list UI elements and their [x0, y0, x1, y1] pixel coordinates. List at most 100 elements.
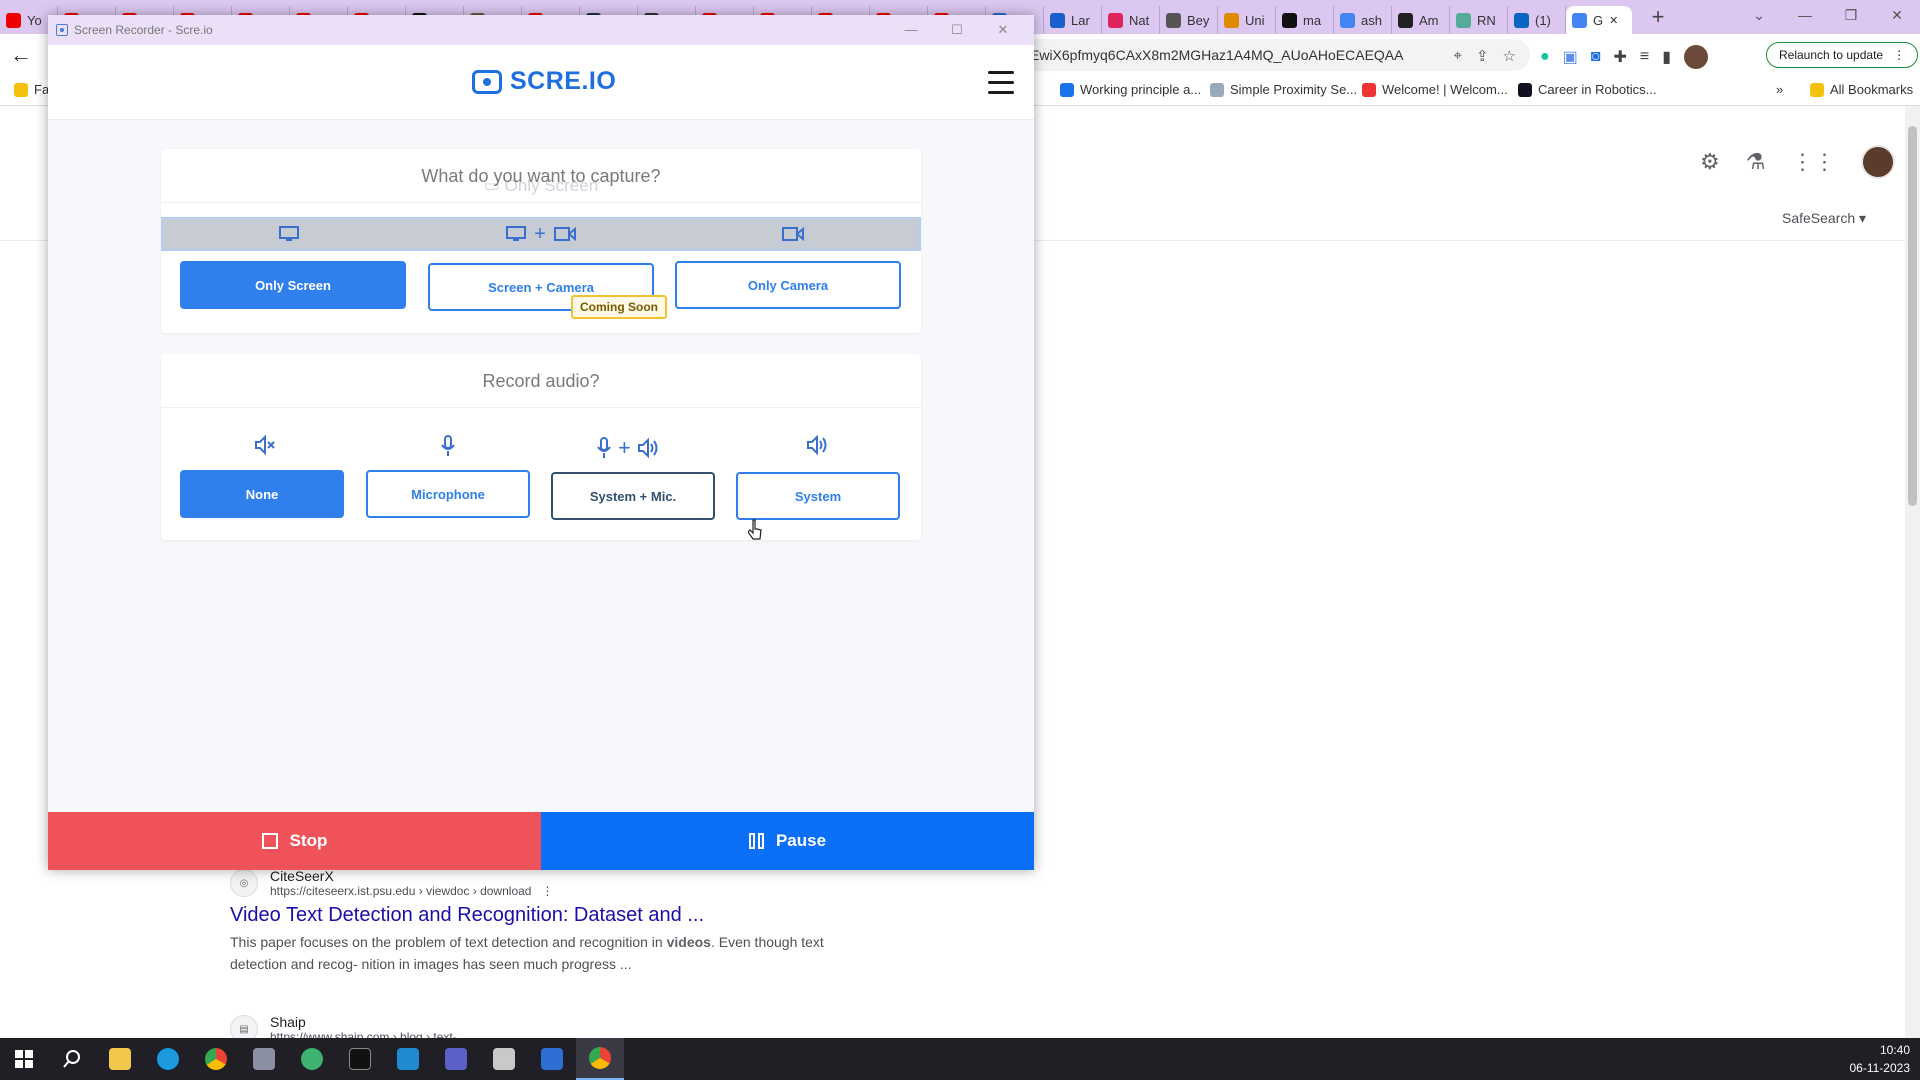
only-screen-button[interactable]: Only Screen	[180, 261, 406, 309]
address-bar[interactable]: EwiX6pfmyq6CAxX8m2MGHaz1A4MQ_AUoAHoECAEQ…	[1000, 39, 1530, 71]
google-account-avatar[interactable]	[1861, 145, 1896, 179]
bookmark-favicon-icon	[1810, 82, 1824, 97]
more-bookmarks-chevron-icon[interactable]: »	[1776, 82, 1783, 97]
teams-icon[interactable]	[432, 1038, 480, 1080]
bookmark-item[interactable]: Simple Proximity Se...	[1210, 82, 1357, 97]
audio-none-button[interactable]: None	[180, 470, 344, 518]
browser-tab[interactable]: Am	[1392, 6, 1450, 34]
reading-list-icon[interactable]: ≡	[1640, 48, 1649, 66]
windows-start-icon[interactable]	[0, 1038, 48, 1080]
audio-system-button[interactable]: System	[736, 472, 900, 520]
close-window-button[interactable]: ✕	[1874, 0, 1920, 30]
file-explorer-icon[interactable]	[96, 1038, 144, 1080]
grammarly-icon[interactable]: ●	[1540, 48, 1550, 66]
browser-tab[interactable]: Uni	[1218, 6, 1276, 34]
tab-label: Lar	[1071, 12, 1090, 28]
terminal-icon[interactable]	[336, 1038, 384, 1080]
tab-label: ash	[1361, 12, 1382, 28]
tab-search-icon[interactable]: ⌄	[1736, 0, 1782, 30]
labs-flask-icon[interactable]: ⚗	[1746, 149, 1766, 175]
scrollbar-thumb[interactable]	[1908, 126, 1917, 506]
browser-tab-active[interactable]: G ✕	[1566, 6, 1632, 34]
stop-button[interactable]: Stop	[48, 812, 541, 870]
app-gray-icon[interactable]	[480, 1038, 528, 1080]
browser-tab[interactable]: RN	[1450, 6, 1508, 34]
tab-label: Yo	[27, 12, 42, 28]
tab-favicon-icon	[1398, 12, 1413, 28]
site-favicon-icon: ◎	[230, 869, 258, 897]
extension-photo-icon[interactable]: ▣	[1563, 47, 1578, 67]
result-site-name: CiteSeerX	[270, 868, 334, 884]
result-url[interactable]: https://citeseerx.ist.psu.edu › viewdoc …	[270, 884, 531, 898]
capture-card: ▭ Only Screen What do you want to captur…	[161, 149, 921, 333]
bookmark-label: Working principle a...	[1080, 82, 1202, 97]
tab-favicon-icon	[1166, 12, 1181, 28]
popup-window-title: Screen Recorder - Scre.io	[74, 23, 213, 37]
audio-microphone-button[interactable]: Microphone	[366, 470, 530, 518]
app-icon[interactable]	[240, 1038, 288, 1080]
hamburger-menu-icon[interactable]	[988, 71, 1014, 101]
browser-tab[interactable]: Lar	[1044, 6, 1102, 34]
minimize-button[interactable]: —	[1782, 0, 1828, 30]
bookmark-item[interactable]: Career in Robotics...	[1518, 82, 1657, 97]
popup-close-button[interactable]: ✕	[980, 15, 1026, 45]
share-icon[interactable]: ⇪	[1476, 47, 1489, 65]
camera-app-icon[interactable]	[528, 1038, 576, 1080]
clock-date: 06-11-2023	[1849, 1061, 1911, 1075]
popup-maximize-button[interactable]: ☐	[934, 15, 980, 45]
bookmark-item[interactable]: Welcome! | Welcom...	[1362, 82, 1508, 97]
only-camera-button[interactable]: Only Camera	[675, 261, 901, 309]
browser-tab[interactable]: Bey	[1160, 6, 1218, 34]
screen-recorder-extension-icon[interactable]: ◙	[1591, 48, 1601, 66]
settings-gear-icon[interactable]: ⚙	[1700, 149, 1720, 175]
safesearch-label: SafeSearch	[1782, 210, 1856, 226]
bookmark-label: All Bookmarks	[1830, 82, 1914, 97]
profile-avatar[interactable]	[1684, 45, 1709, 69]
logo-text: SCRE.IO	[510, 67, 617, 95]
browser-tab[interactable]: Nat	[1102, 6, 1160, 34]
scre-io-logo: SCRE.IO	[472, 67, 616, 96]
app-green-icon[interactable]	[288, 1038, 336, 1080]
restore-button[interactable]: ❐	[1828, 0, 1874, 30]
tab-label: Bey	[1187, 12, 1210, 28]
audio-system-mic-button[interactable]: System + Mic.	[551, 472, 715, 520]
search-icon[interactable]	[48, 1038, 96, 1080]
extensions-puzzle-icon[interactable]: ✚	[1613, 47, 1626, 67]
browser-tab[interactable]: ma	[1276, 6, 1334, 34]
bookmark-favicon-icon	[1060, 82, 1074, 97]
relaunch-to-update-button[interactable]: Relaunch to update ⋮	[1766, 42, 1919, 68]
apps-grid-icon[interactable]: ⋮⋮	[1791, 149, 1835, 175]
browser-tab[interactable]: (1)	[1508, 6, 1566, 34]
tab-favicon-icon	[1050, 12, 1065, 28]
coming-soon-badge: Coming Soon	[571, 295, 667, 319]
vscode-icon[interactable]	[384, 1038, 432, 1080]
side-panel-icon[interactable]: ▮	[1662, 47, 1671, 67]
popup-minimize-button[interactable]: —	[888, 15, 934, 45]
tab-favicon-icon	[1340, 12, 1355, 28]
result-menu-icon[interactable]: ⋮	[535, 884, 553, 898]
safesearch-dropdown[interactable]: SafeSearch ▾	[1782, 210, 1866, 227]
tab-label: (1)	[1535, 12, 1551, 28]
tab-label: Am	[1419, 12, 1439, 28]
video-camera-icon	[667, 219, 919, 249]
pause-button[interactable]: Pause	[541, 812, 1034, 870]
recording-controls-bar: Stop Pause	[48, 812, 1034, 870]
clock-time: 10:40	[1879, 1043, 1910, 1057]
system-clock[interactable]: 10:40 06-11-2023	[1850, 1041, 1911, 1077]
back-arrow-icon[interactable]: ←	[10, 42, 32, 68]
location-icon[interactable]: ⌖	[1454, 47, 1462, 65]
browser-tab[interactable]: ash	[1334, 6, 1392, 34]
new-tab-button[interactable]: +	[1644, 4, 1672, 30]
chrome-icon[interactable]	[192, 1038, 240, 1080]
bookmark-star-icon[interactable]: ☆	[1503, 47, 1516, 65]
page-scrollbar[interactable]	[1905, 106, 1920, 1038]
chrome-active-icon[interactable]	[576, 1038, 624, 1080]
tab-close-icon[interactable]: ✕	[1609, 14, 1618, 27]
browser-window-controls: ⌄ — ❐ ✕	[1736, 0, 1920, 34]
bookmark-item[interactable]: Fa	[14, 82, 49, 97]
all-bookmarks-folder[interactable]: All Bookmarks	[1810, 82, 1913, 97]
edge-browser-icon[interactable]	[144, 1038, 192, 1080]
record-camera-icon	[472, 69, 502, 94]
bookmark-item[interactable]: Working principle a...	[1060, 82, 1201, 97]
result-title-link[interactable]: Video Text Detection and Recognition: Da…	[230, 904, 850, 927]
